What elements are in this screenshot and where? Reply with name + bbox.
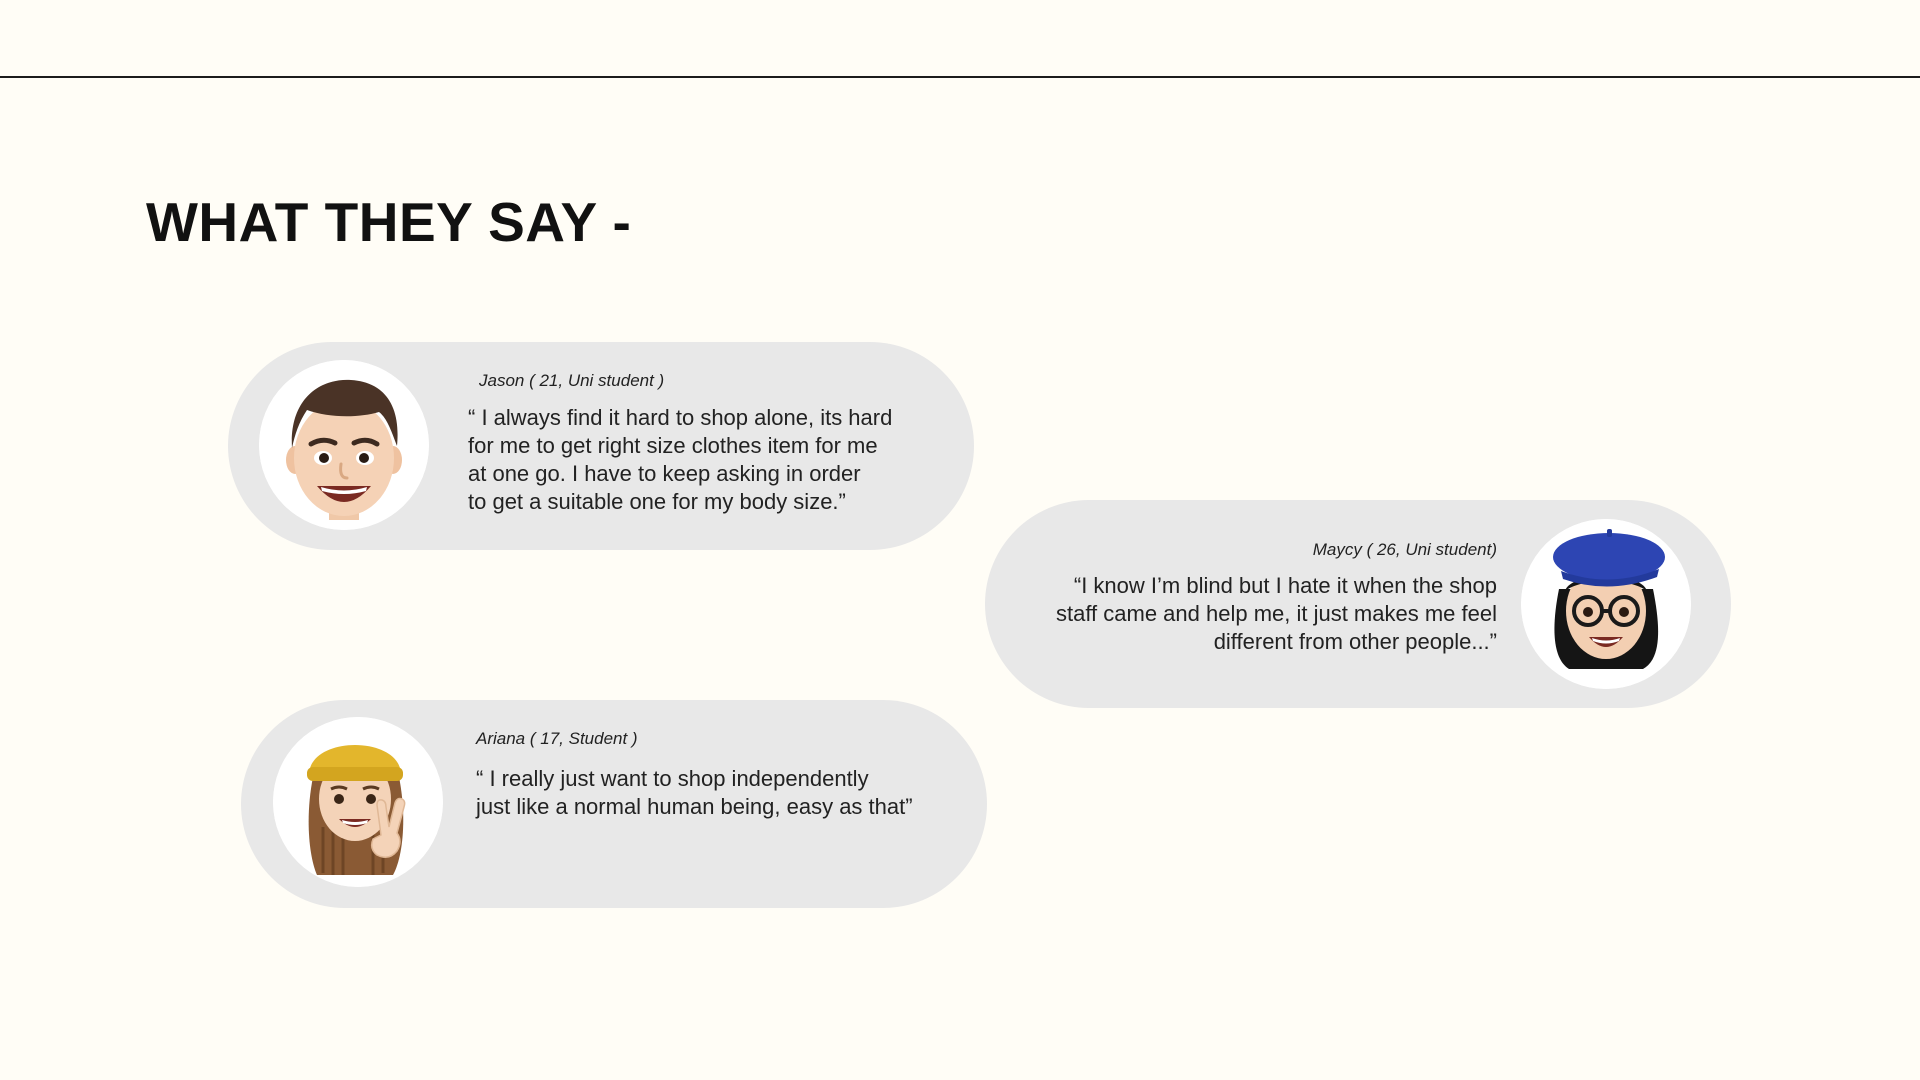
quote-line: “I know I’m blind but I hate it when the…	[1073, 573, 1497, 598]
quote-line: at one go. I have to keep asking in orde…	[468, 461, 861, 486]
testimonial-quote: “ I really just want to shop independent…	[476, 765, 913, 821]
testimonial-bubble-jason: Jason ( 21, Uni student ) “ I always fin…	[228, 342, 974, 550]
speaker-label: Ariana ( 17, Student )	[476, 729, 638, 748]
speaker-label: Jason ( 21, Uni student )	[479, 371, 665, 390]
testimonial-quote: “ I always find it hard to shop alone, i…	[468, 404, 892, 516]
testimonial-bubble-maycy: Maycy ( 26, Uni student) “I know I’m bli…	[985, 500, 1731, 708]
page-title: WHAT THEY SAY -	[146, 191, 632, 253]
testimonial-quote: “I know I’m blind but I hate it when the…	[1056, 572, 1497, 656]
avatar	[273, 717, 443, 887]
memoji-girl-beanie-peace-icon	[273, 717, 443, 887]
quote-line: different from other people...”	[1213, 629, 1497, 654]
quote-line: “ I always find it hard to shop alone, i…	[468, 405, 893, 430]
avatar	[1521, 519, 1691, 689]
memoji-woman-beret-glasses-icon	[1521, 519, 1691, 689]
top-divider	[0, 76, 1920, 78]
quote-line: staff came and help me, it just makes me…	[1055, 601, 1497, 626]
quote-line: for me to get right size clothes item fo…	[468, 433, 878, 458]
testimonial-bubble-ariana: Ariana ( 17, Student ) “ I really just w…	[241, 700, 987, 908]
quote-line: just like a normal human being, easy as …	[476, 794, 913, 819]
quote-line: “ I really just want to shop independent…	[476, 766, 869, 791]
quote-line: to get a suitable one for my body size.”	[468, 489, 846, 514]
memoji-man-smiling-icon	[259, 360, 429, 530]
avatar	[259, 360, 429, 530]
speaker-label: Maycy ( 26, Uni student)	[1312, 540, 1497, 559]
